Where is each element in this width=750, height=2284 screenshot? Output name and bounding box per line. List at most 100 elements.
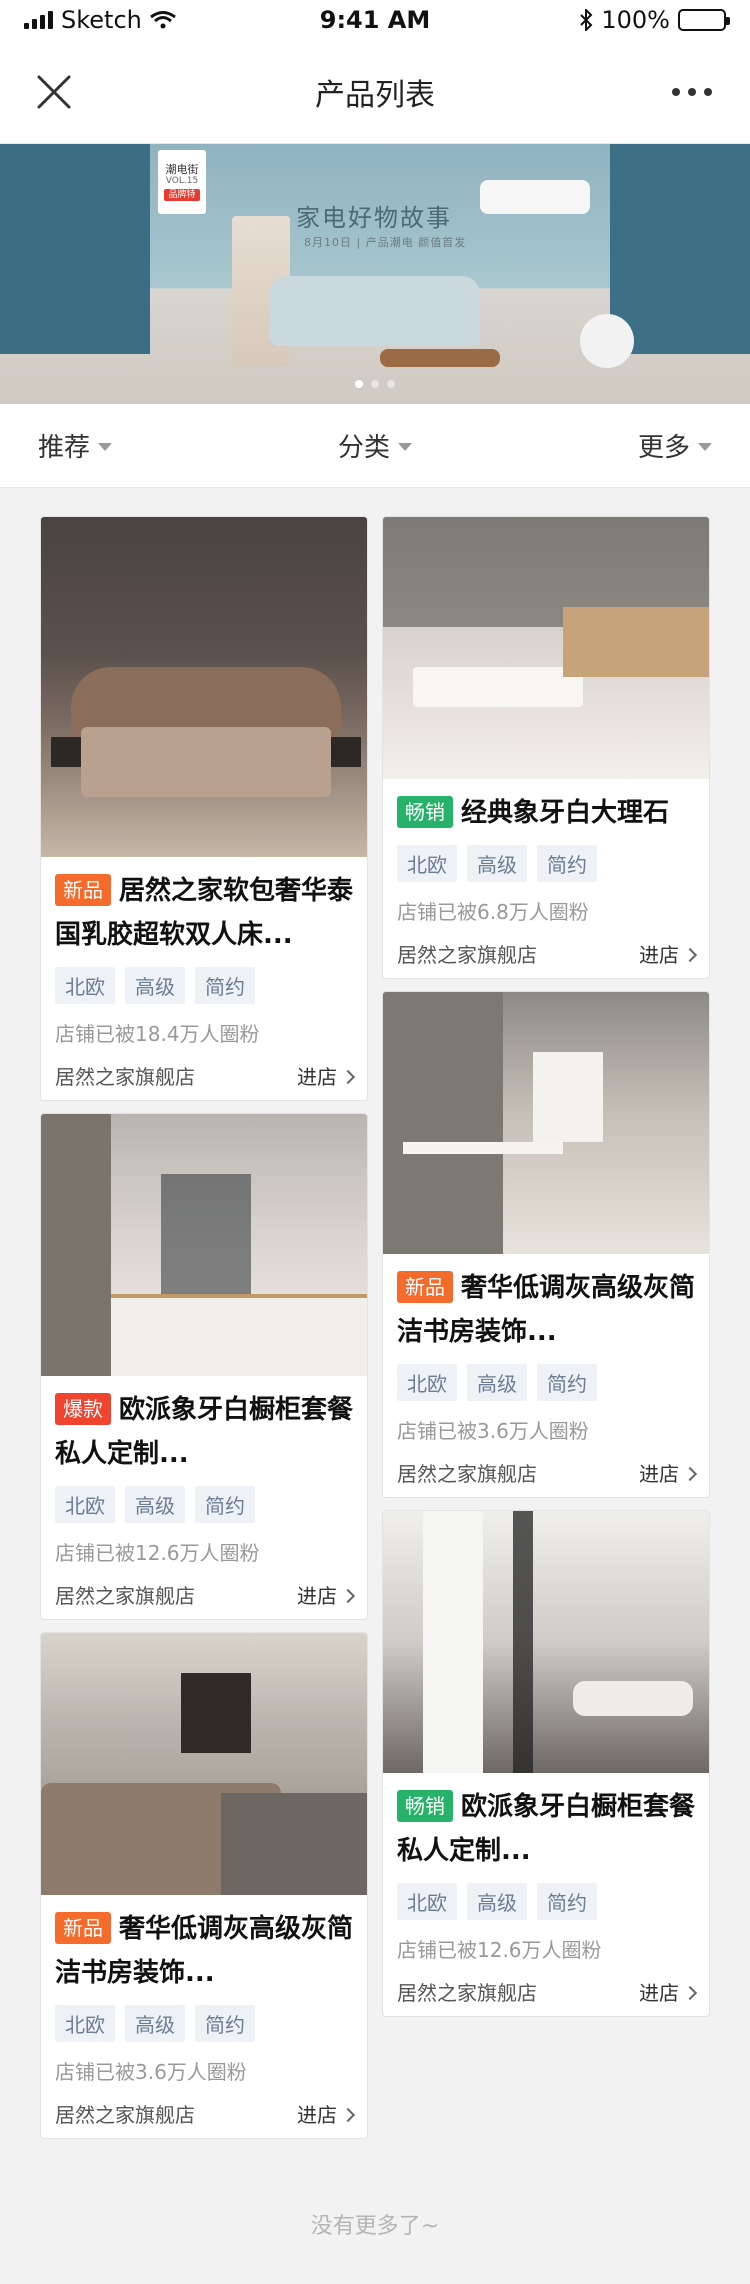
product-tag: 高级 bbox=[467, 845, 527, 882]
store-row: 居然之家旗舰店 进店 bbox=[397, 1977, 698, 2006]
enter-store-button[interactable]: 进店 bbox=[297, 1580, 356, 1609]
product-tag: 北欧 bbox=[55, 2005, 115, 2042]
product-tags: 北欧 高级 简约 bbox=[397, 1364, 695, 1401]
banner-carousel[interactable]: 潮电街 VOL.15 品牌特 家电好物故事 8月10日 | 产品潮电 颜值首发 bbox=[0, 144, 750, 404]
product-badge: 畅销 bbox=[397, 796, 453, 828]
close-icon[interactable] bbox=[36, 74, 72, 110]
product-card[interactable]: 畅销 欧派象牙白橱柜套餐私人定制... 北欧 高级 简约 店铺已被12.6万人圈粉… bbox=[382, 1510, 710, 2017]
enter-store-button[interactable]: 进店 bbox=[297, 2099, 356, 2128]
product-grid: 新品 居然之家软包奢华泰国乳胶超软双人床... 北欧 高级 简约 店铺已被18.4… bbox=[40, 516, 710, 2156]
product-tag: 北欧 bbox=[55, 1486, 115, 1523]
status-bar: Sketch 9:41 AM 100% bbox=[0, 0, 750, 40]
banner-title: 家电好物故事 bbox=[296, 204, 452, 232]
product-tag: 北欧 bbox=[55, 967, 115, 1004]
enter-store-label: 进店 bbox=[297, 1065, 337, 1089]
battery-icon bbox=[678, 9, 730, 31]
product-image bbox=[383, 992, 709, 1254]
filter-label: 更多 bbox=[637, 433, 690, 463]
store-name[interactable]: 居然之家旗舰店 bbox=[55, 1061, 195, 1090]
product-tag: 高级 bbox=[125, 2005, 185, 2042]
carousel-dot[interactable] bbox=[387, 380, 395, 388]
product-info: 新品 奢华低调灰高级灰简洁书房装饰... 北欧 高级 简约 店铺已被3.6万人圈粉… bbox=[383, 1254, 709, 1497]
enter-store-label: 进店 bbox=[639, 943, 679, 967]
more-icon[interactable] bbox=[670, 82, 714, 102]
product-tag: 北欧 bbox=[397, 845, 457, 882]
product-card[interactable]: 爆款 欧派象牙白橱柜套餐私人定制... 北欧 高级 简约 店铺已被12.6万人圈粉… bbox=[40, 1113, 368, 1620]
product-tag: 简约 bbox=[537, 1883, 597, 1920]
product-image bbox=[41, 1633, 367, 1895]
product-card[interactable]: 畅销 经典象牙白大理石 北欧 高级 简约 店铺已被6.8万人圈粉 居然之家旗舰店 … bbox=[382, 516, 710, 979]
product-image bbox=[41, 517, 367, 857]
status-time: 9:41 AM bbox=[319, 6, 431, 34]
banner-promo-vol: VOL.15 bbox=[165, 175, 199, 186]
product-tag: 简约 bbox=[195, 1486, 255, 1523]
filter-recommend[interactable]: 推荐 bbox=[38, 427, 113, 464]
store-fans: 店铺已被12.6万人圈粉 bbox=[397, 1938, 602, 1962]
store-row: 居然之家旗舰店 进店 bbox=[55, 1580, 356, 1609]
product-tag: 高级 bbox=[125, 1486, 185, 1523]
store-fans: 店铺已被18.4万人圈粉 bbox=[55, 1022, 260, 1046]
store-fans: 店铺已被3.6万人圈粉 bbox=[55, 2060, 247, 2084]
product-badge: 新品 bbox=[397, 1271, 453, 1303]
banner-wall-right bbox=[610, 144, 750, 354]
product-info: 爆款 欧派象牙白橱柜套餐私人定制... 北欧 高级 简约 店铺已被12.6万人圈粉… bbox=[41, 1376, 367, 1619]
carousel-dots bbox=[355, 380, 395, 388]
product-title: 爆款 欧派象牙白橱柜套餐私人定制... bbox=[55, 1388, 353, 1476]
battery-percent: 100% bbox=[601, 6, 670, 34]
store-row: 居然之家旗舰店 进店 bbox=[55, 1061, 356, 1090]
enter-store-button[interactable]: 进店 bbox=[639, 939, 698, 968]
product-card[interactable]: 新品 居然之家软包奢华泰国乳胶超软双人床... 北欧 高级 简约 店铺已被18.4… bbox=[40, 516, 368, 1101]
product-title-text: 经典象牙白大理石 bbox=[461, 798, 670, 828]
product-title: 畅销 经典象牙白大理石 bbox=[397, 791, 695, 835]
wifi-icon bbox=[149, 11, 176, 29]
product-image bbox=[41, 1114, 367, 1376]
product-badge: 新品 bbox=[55, 1912, 111, 1944]
product-column-left: 新品 居然之家软包奢华泰国乳胶超软双人床... 北欧 高级 简约 店铺已被18.4… bbox=[40, 516, 368, 2151]
product-column-right: 畅销 经典象牙白大理石 北欧 高级 简约 店铺已被6.8万人圈粉 居然之家旗舰店 … bbox=[382, 516, 710, 2029]
enter-store-button[interactable]: 进店 bbox=[639, 1458, 698, 1487]
store-name[interactable]: 居然之家旗舰店 bbox=[55, 2099, 195, 2128]
chevron-right-icon bbox=[682, 947, 698, 962]
store-name[interactable]: 居然之家旗舰店 bbox=[397, 939, 537, 968]
status-right: 100% bbox=[579, 6, 730, 34]
product-card[interactable]: 新品 奢华低调灰高级灰简洁书房装饰... 北欧 高级 简约 店铺已被3.6万人圈粉… bbox=[40, 1632, 368, 2139]
product-image bbox=[383, 1511, 709, 1773]
store-name[interactable]: 居然之家旗舰店 bbox=[397, 1458, 537, 1487]
enter-store-button[interactable]: 进店 bbox=[297, 1061, 356, 1090]
enter-store-button[interactable]: 进店 bbox=[639, 1977, 698, 2006]
filter-label: 推荐 bbox=[38, 433, 91, 463]
chevron-right-icon bbox=[340, 2107, 356, 2122]
store-name[interactable]: 居然之家旗舰店 bbox=[55, 1580, 195, 1609]
product-badge: 畅销 bbox=[397, 1790, 453, 1822]
status-left: Sketch bbox=[24, 6, 176, 34]
store-row: 居然之家旗舰店 进店 bbox=[397, 1458, 698, 1487]
product-tags: 北欧 高级 简约 bbox=[397, 1883, 695, 1920]
product-tag: 高级 bbox=[467, 1883, 527, 1920]
filter-category[interactable]: 分类 bbox=[338, 427, 412, 464]
product-info: 新品 奢华低调灰高级灰简洁书房装饰... 北欧 高级 简约 店铺已被3.6万人圈粉… bbox=[41, 1895, 367, 2138]
product-badge: 爆款 bbox=[55, 1393, 111, 1425]
store-fans: 店铺已被6.8万人圈粉 bbox=[397, 900, 589, 924]
product-title: 新品 奢华低调灰高级灰简洁书房装饰... bbox=[55, 1907, 353, 1995]
chevron-right-icon bbox=[682, 1466, 698, 1481]
store-row: 居然之家旗舰店 进店 bbox=[55, 2099, 356, 2128]
product-card[interactable]: 新品 奢华低调灰高级灰简洁书房装饰... 北欧 高级 简约 店铺已被3.6万人圈粉… bbox=[382, 991, 710, 1498]
product-tag: 北欧 bbox=[397, 1883, 457, 1920]
product-tag: 简约 bbox=[537, 845, 597, 882]
filter-bar: 推荐 分类 更多 bbox=[0, 404, 750, 488]
product-info: 畅销 经典象牙白大理石 北欧 高级 简约 店铺已被6.8万人圈粉 居然之家旗舰店 … bbox=[383, 779, 709, 978]
filter-label: 分类 bbox=[337, 433, 390, 463]
carousel-dot-active[interactable] bbox=[355, 380, 363, 388]
store-name[interactable]: 居然之家旗舰店 bbox=[397, 1977, 537, 2006]
filter-more[interactable]: 更多 bbox=[638, 427, 712, 464]
enter-store-label: 进店 bbox=[639, 1462, 679, 1486]
store-fans: 店铺已被3.6万人圈粉 bbox=[397, 1419, 589, 1443]
product-image bbox=[383, 517, 709, 779]
product-tags: 北欧 高级 简约 bbox=[397, 845, 695, 882]
enter-store-label: 进店 bbox=[297, 2103, 337, 2127]
enter-store-label: 进店 bbox=[639, 1981, 679, 2005]
banner-air-conditioner bbox=[480, 180, 590, 214]
banner-subtitle: 8月10日 | 产品潮电 颜值首发 bbox=[304, 236, 467, 249]
product-tag: 高级 bbox=[467, 1364, 527, 1401]
carousel-dot[interactable] bbox=[371, 380, 379, 388]
